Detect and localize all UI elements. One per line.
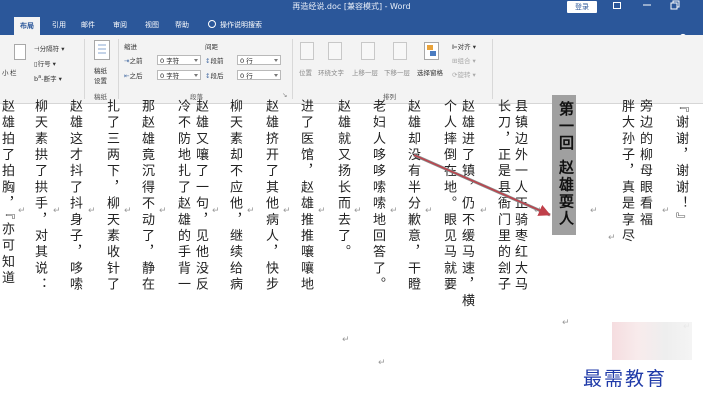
spacing-after-input[interactable]: 0 行 bbox=[237, 70, 281, 80]
text-column[interactable]: 进了医馆，赵雄推推嚷嚷地 bbox=[298, 99, 313, 293]
paragraph-mark: ↵ bbox=[562, 318, 570, 328]
annotation-arrow-icon bbox=[413, 153, 551, 217]
paragraph-mark: ↵ bbox=[18, 206, 26, 216]
text-column[interactable]: 冷不防地扎了赵雄的手背一 bbox=[175, 99, 190, 293]
selection-pane-icon[interactable] bbox=[424, 42, 439, 60]
text-column[interactable]: 赵雄挤开了其他病人，快步 bbox=[263, 99, 278, 293]
ribbon-tabs: 布局 引用 邮件 审阅 视图 帮助 操作说明搜索 bbox=[0, 15, 703, 47]
text-column[interactable]: 胖大孙子，真是享尽 bbox=[619, 99, 634, 245]
lightbulb-icon bbox=[208, 20, 216, 28]
paragraph-mark: ↵ bbox=[88, 206, 96, 216]
paragraph-mark: ↵ bbox=[212, 206, 220, 216]
text-column[interactable]: 赵雄又嚷了一句，见他没反 bbox=[193, 99, 208, 293]
send-backward-button[interactable]: 下移一层 bbox=[384, 67, 410, 77]
paragraph-mark: ↵ bbox=[390, 206, 398, 216]
text-column[interactable]: 柳天素拱了拱手，对其说： bbox=[32, 99, 47, 293]
text-column[interactable]: 老妇人哆哆嗦嗦地回答了。 bbox=[370, 99, 385, 293]
watermark-text: 最需教育 bbox=[583, 368, 668, 390]
send-backward-icon[interactable] bbox=[393, 42, 407, 60]
paragraph-mark: ↵ bbox=[608, 233, 616, 243]
paragraph-mark: ↵ bbox=[53, 206, 61, 216]
indent-left-input[interactable]: 0 字符 bbox=[157, 55, 201, 65]
bring-forward-icon[interactable] bbox=[361, 42, 375, 60]
columns-icon[interactable] bbox=[14, 44, 26, 60]
rotate-button[interactable]: ⟳旋转 ▾ bbox=[452, 69, 476, 79]
spacing-header: 间距 bbox=[205, 43, 218, 51]
login-button[interactable]: 登录 bbox=[567, 1, 597, 13]
paragraph-mark: ↵ bbox=[342, 335, 350, 345]
hyphenation-button[interactable]: ba-断字 ▾ bbox=[34, 73, 62, 83]
manuscript-label-1[interactable]: 稿纸 bbox=[94, 65, 107, 75]
maximize-icon[interactable] bbox=[664, 0, 686, 15]
text-column[interactable]: 赵雄就又扬长而去了。 bbox=[335, 99, 350, 261]
separator bbox=[84, 39, 85, 99]
manuscript-label-2[interactable]: 设置 bbox=[94, 75, 107, 85]
paragraph-mark: ↵ bbox=[159, 206, 167, 216]
bring-forward-button[interactable]: 上移一层 bbox=[352, 67, 378, 77]
separator bbox=[292, 39, 293, 99]
position-button[interactable]: 位置 bbox=[299, 67, 312, 77]
minimize-icon[interactable] bbox=[636, 0, 658, 15]
spacing-after-label: ↕段后 bbox=[205, 72, 224, 80]
tab-review[interactable]: 审阅 bbox=[113, 20, 127, 30]
paragraph-mark: ↵ bbox=[247, 206, 255, 216]
separator bbox=[118, 39, 119, 99]
tab-mailings[interactable]: 邮件 bbox=[81, 20, 95, 30]
restore-icon[interactable] bbox=[606, 0, 628, 15]
line-numbers-button[interactable]: ▯行号 ▾ bbox=[34, 58, 56, 68]
tab-help[interactable]: 帮助 bbox=[175, 20, 189, 30]
paragraph-mark: ↵ bbox=[378, 358, 386, 368]
paragraph-mark: ↵ bbox=[662, 206, 670, 216]
text-column[interactable]: 扎了三两下，柳天素收针了 bbox=[104, 99, 119, 293]
indent-header: 缩进 bbox=[124, 43, 137, 51]
paragraph-mark: ↵ bbox=[283, 206, 291, 216]
paragraph-mark: ↵ bbox=[124, 206, 132, 216]
separator bbox=[492, 39, 493, 99]
breaks-button[interactable]: ⊣分隔符 ▾ bbox=[34, 43, 65, 53]
spacing-before-input[interactable]: 0 行 bbox=[237, 55, 281, 65]
wrap-text-icon[interactable] bbox=[328, 42, 342, 60]
text-column[interactable]: 『谢谢，谢谢！』 bbox=[673, 99, 688, 229]
indent-left-label: ⇥之前 bbox=[124, 57, 143, 65]
text-column[interactable]: 旁边的柳母眼看福 bbox=[637, 99, 652, 229]
tab-layout[interactable]: 布局 bbox=[14, 17, 40, 35]
wrap-text-button[interactable]: 环绕文字 bbox=[318, 67, 344, 77]
indent-right-label: ⇤之后 bbox=[124, 72, 143, 80]
partial-label[interactable]: 小 bbox=[2, 67, 9, 77]
tab-view[interactable]: 视图 bbox=[145, 20, 159, 30]
text-column[interactable]: 那赵雄竟沉得不动了，静在 bbox=[139, 99, 154, 293]
position-icon[interactable] bbox=[300, 42, 314, 60]
indent-right-input[interactable]: 0 字符 bbox=[157, 70, 201, 80]
partial-label-2[interactable]: 栏 bbox=[10, 67, 17, 77]
title-bar: 再造经说.doc [兼容模式] - Word 登录 bbox=[0, 0, 703, 15]
text-column[interactable]: 赵雄拍了拍胸，『亦可知道 bbox=[0, 99, 14, 287]
paragraph-mark: ↵ bbox=[354, 206, 362, 216]
tell-me-label: 操作说明搜索 bbox=[220, 21, 262, 29]
window-title: 再造经说.doc [兼容模式] - Word bbox=[292, 2, 411, 11]
tab-tell-me[interactable]: 操作说明搜索 bbox=[208, 20, 262, 30]
group-button[interactable]: ⊞组合 ▾ bbox=[452, 55, 476, 65]
ribbon: 小 栏 ⊣分隔符 ▾ ▯行号 ▾ ba-断字 ▾ 稿纸 设置 稿纸 缩进 ⇥之前… bbox=[0, 35, 703, 104]
manuscript-icon[interactable] bbox=[94, 40, 110, 60]
text-column[interactable]: 赵雄这才抖了抖身子，哆嗦 bbox=[67, 99, 82, 293]
tab-references[interactable]: 引用 bbox=[52, 20, 66, 30]
spacing-before-label: ↕段前 bbox=[205, 57, 224, 65]
paragraph-dialog-launcher[interactable]: ↘ bbox=[282, 91, 287, 99]
align-button[interactable]: ⊫对齐 ▾ bbox=[452, 41, 476, 51]
text-column[interactable]: 柳天素却不应他，继续给病 bbox=[227, 99, 242, 293]
paragraph-mark: ↵ bbox=[590, 206, 598, 216]
blurred-overlay bbox=[612, 322, 692, 360]
selection-pane-button[interactable]: 选择窗格 bbox=[417, 67, 443, 77]
paragraph-mark: ↵ bbox=[318, 206, 326, 216]
